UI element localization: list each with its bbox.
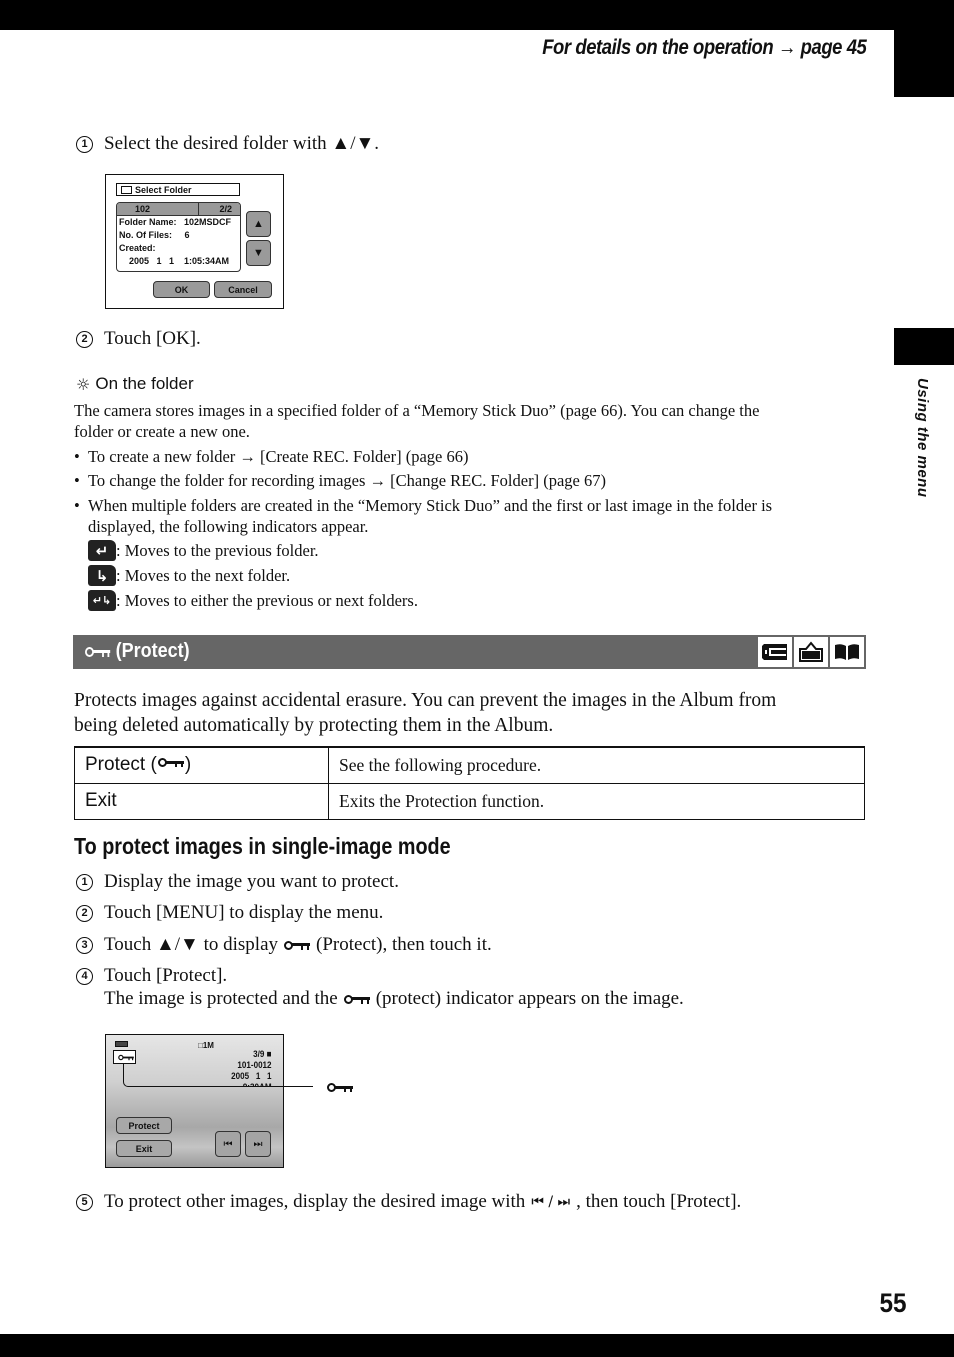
either-folder-icon: ↵↳ <box>88 590 116 611</box>
tip-bullet: • To change the folder for recording imag… <box>74 471 606 490</box>
protect-description: Protects images against accidental erasu… <box>74 690 777 736</box>
step-touch-ok: 2 Touch [OK]. <box>76 328 201 350</box>
indicator-next-folder: ↳ : Moves to the next folder. <box>88 565 290 586</box>
select-folder-screen: Select Folder 102 2/2 Folder Name: 102MS… <box>105 174 284 309</box>
prev-next-icons: ⏮ / ⏭ <box>531 1194 571 1210</box>
protect-step: 4 Touch [Protect]. <box>76 965 227 987</box>
table-row: Exit Exits the Protection function. <box>74 782 865 820</box>
folder-info-box: 102 2/2 Folder Name: 102MSDCF No. Of Fil… <box>116 202 241 272</box>
protect-step: 2 Touch [MENU] to display the menu. <box>76 902 383 924</box>
step-text: Touch [OK]. <box>104 328 201 349</box>
image-size-indicator: □1M <box>198 1041 214 1050</box>
top-bar <box>0 0 954 30</box>
step-number: 3 <box>76 936 93 954</box>
camera-icon <box>794 637 828 667</box>
step-number: 1 <box>76 135 93 153</box>
protect-key-icon <box>118 1054 134 1060</box>
created-date: 2005 1 1 1:05:34AM <box>119 256 230 266</box>
next-image-button[interactable]: ⏭ <box>245 1131 271 1157</box>
page-reference: For details on the operation → page 45 <box>541 36 867 59</box>
ok-button[interactable]: OK <box>153 281 210 298</box>
indicator-previous-folder: ↵ : Moves to the previous folder. <box>88 540 319 561</box>
protect-key-icon <box>327 1083 353 1092</box>
protect-step: 3 Touch ▲/▼ to display (Protect), then t… <box>76 934 492 956</box>
previous-folder-icon: ↵ <box>88 540 116 561</box>
option-name: Exit <box>74 782 329 820</box>
folder-page-count: 2/2 <box>219 204 232 214</box>
tip-bullet: • To create a new folder → [Create REC. F… <box>74 447 469 466</box>
next-folder-icon: ↳ <box>88 565 116 586</box>
step-text: Touch [MENU] to display the menu. <box>104 902 384 923</box>
step-number: 4 <box>76 967 93 985</box>
protect-key-icon <box>85 646 111 657</box>
exit-button[interactable]: Exit <box>116 1140 172 1157</box>
scroll-down-button[interactable]: ▼ <box>246 240 271 266</box>
screen-title: Select Folder <box>116 183 240 196</box>
protect-indicator <box>113 1050 136 1064</box>
lightbulb-icon: ☼ <box>76 374 91 394</box>
tip-heading: ☼ On the folder <box>76 374 194 394</box>
album-icon <box>830 637 864 667</box>
callout-line <box>123 1063 313 1087</box>
step-number: 2 <box>76 330 93 348</box>
option-description: Exits the Protection function. <box>328 782 865 820</box>
single-image-heading: To protect images in single-image mode <box>74 833 451 859</box>
folder-number: 102 <box>117 203 199 215</box>
tip-bullet: • When multiple folders are created in th… <box>74 496 773 515</box>
memory-card-icon <box>758 637 792 667</box>
tip-paragraph-line-2: folder or create a new one. <box>74 422 250 441</box>
protect-key-icon <box>343 994 370 1004</box>
protect-button[interactable]: Protect <box>116 1117 172 1134</box>
section-tab <box>894 328 954 365</box>
playback-screen: □1M 3/9 ■ 101-0012 2005 1 1 9:30AM Prote… <box>105 1034 284 1168</box>
file-count-line: No. Of Files: 6 <box>119 230 190 240</box>
option-description: See the following procedure. <box>328 746 865 784</box>
folder-name-line: Folder Name: 102MSDCF <box>119 217 232 227</box>
protect-options-table: Protect () See the following procedure. … <box>74 746 865 820</box>
previous-image-button[interactable]: ⏮ <box>215 1131 241 1157</box>
camera-mode-icon: ■ <box>267 1049 272 1060</box>
tip-paragraph-line-1: The camera stores images in a specified … <box>74 401 760 420</box>
image-counter: 3/9 <box>253 1049 265 1060</box>
folder-icon <box>121 185 132 194</box>
step-text: Select the desired folder with ▲/▼. <box>104 133 380 154</box>
step-text: Touch [Protect]. <box>104 965 228 986</box>
step-select-folder: 1 Select the desired folder with ▲/▼. <box>76 133 379 155</box>
mode-icons <box>758 637 864 667</box>
created-label: Created: <box>119 243 156 253</box>
protect-step: 1 Display the image you want to protect. <box>76 871 399 893</box>
chapter-label: Using the menu <box>914 378 931 498</box>
battery-icon <box>115 1041 128 1047</box>
scroll-up-button[interactable]: ▲ <box>246 211 271 237</box>
step-number: 5 <box>76 1193 93 1211</box>
step-note: The image is protected and the (protect)… <box>104 988 684 1009</box>
bottom-bar <box>0 1334 954 1357</box>
option-name: Protect () <box>74 746 329 784</box>
protect-key-icon <box>157 758 184 768</box>
step-text: Display the image you want to protect. <box>104 871 399 892</box>
indicator-either-folder: ↵↳ : Moves to either the previous or nex… <box>88 590 418 611</box>
step-number: 2 <box>76 904 93 922</box>
tip-bullet-continuation: displayed, the following indicators appe… <box>88 517 369 536</box>
page-number: 55 <box>879 1288 907 1318</box>
callout-protect-key-icon <box>321 1082 359 1100</box>
section-title: (Protect) <box>85 640 190 663</box>
protect-step: 5 To protect other images, display the d… <box>76 1191 741 1213</box>
protect-key-icon <box>284 940 311 950</box>
table-row: Protect () See the following procedure. <box>74 746 865 784</box>
cancel-button[interactable]: Cancel <box>214 281 272 298</box>
corner-tab <box>894 30 954 97</box>
protect-section-header: (Protect) <box>73 635 866 669</box>
step-number: 1 <box>76 873 93 891</box>
